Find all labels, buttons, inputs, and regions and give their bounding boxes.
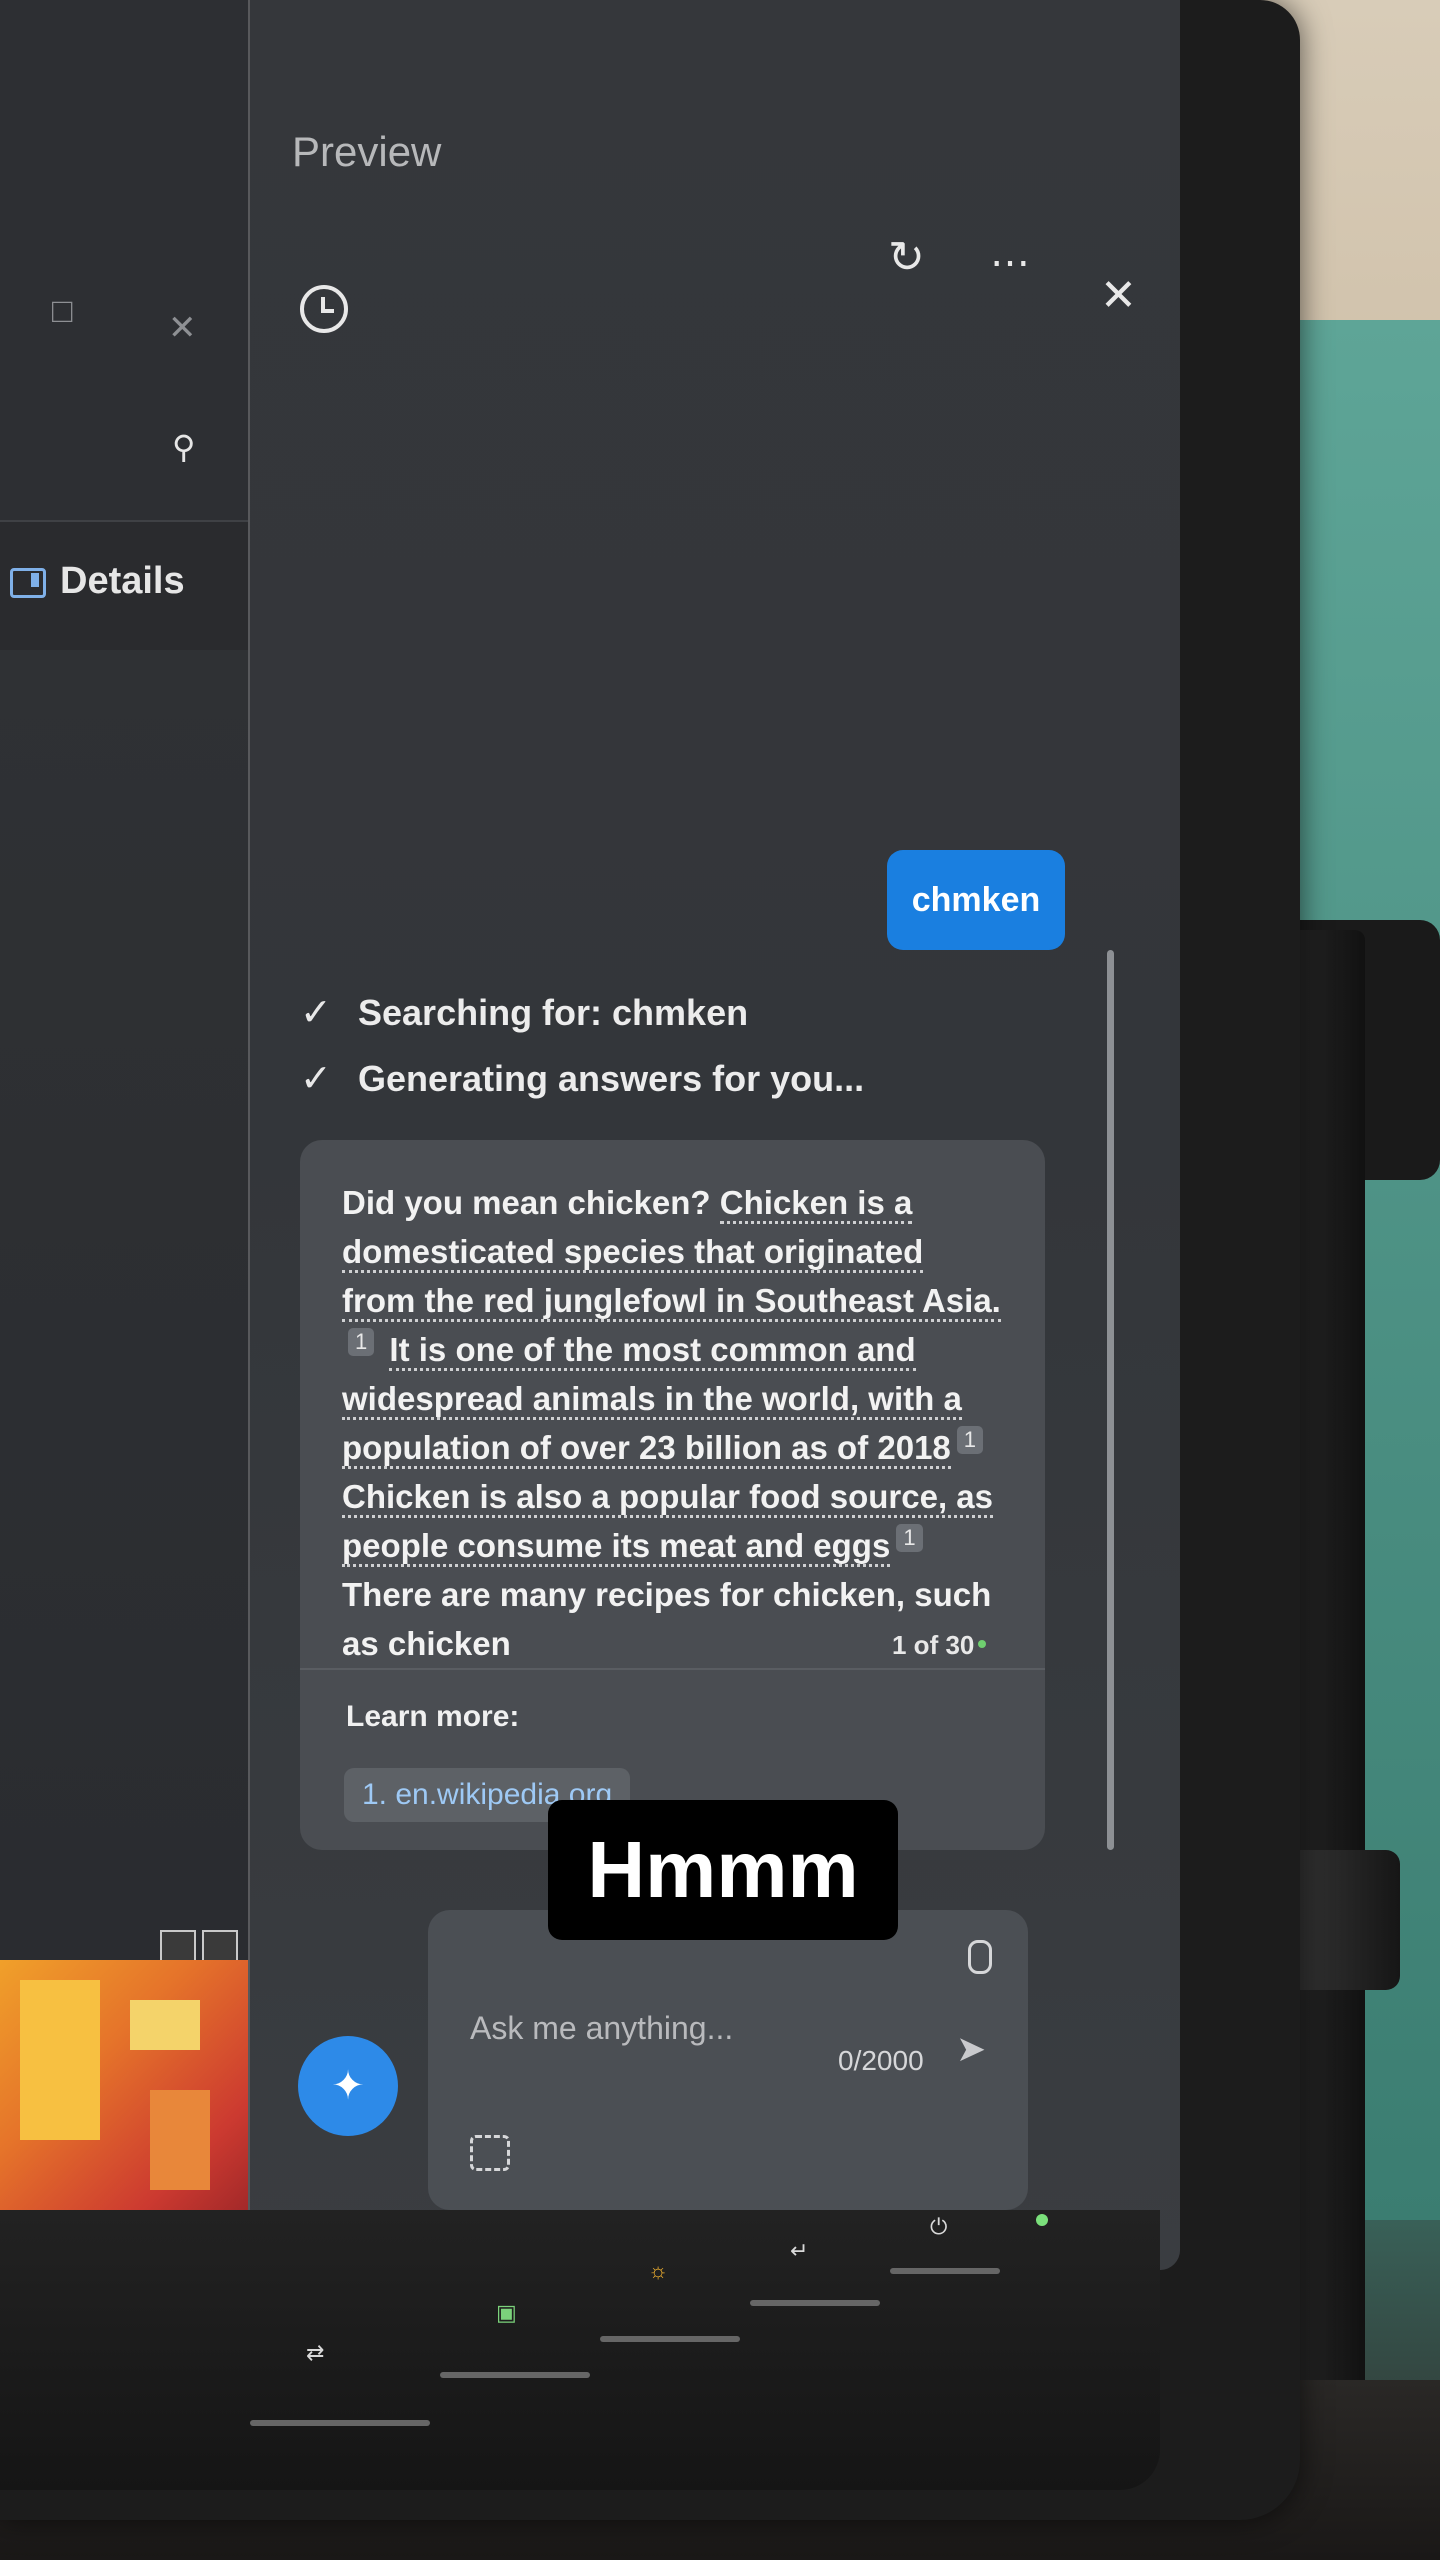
input-select-icon[interactable]: ⇄ [306, 2340, 324, 2366]
answer-lead: Did you mean chicken? [342, 1184, 711, 1221]
screenshot-icon[interactable] [470, 2135, 510, 2171]
checkmark-icon: ✓ [300, 992, 332, 1034]
checkmark-icon: ✓ [300, 1058, 332, 1100]
back-icon[interactable]: ↵ [790, 2238, 808, 2264]
smartimage-icon[interactable]: ▣ [496, 2300, 517, 2326]
answer-sentence[interactable]: Chicken is also a popular food source, a… [342, 1478, 994, 1567]
more-icon[interactable]: ⋯ [990, 240, 1030, 286]
maximize-icon[interactable]: □ [52, 292, 73, 331]
thumbnail-shape [20, 1980, 100, 2140]
monitor-button[interactable] [440, 2372, 590, 2378]
close-icon[interactable]: ✕ [1100, 270, 1137, 321]
new-topic-icon: ✦ [331, 2064, 365, 2108]
citation-badge[interactable]: 1 [348, 1328, 375, 1356]
close-icon[interactable]: ✕ [168, 308, 197, 348]
brightness-icon[interactable]: ☼ [648, 2258, 668, 2284]
search-icon[interactable]: ⚲ [172, 428, 195, 466]
send-icon[interactable]: ➤ [956, 2028, 986, 2070]
citation-badge[interactable]: 1 [896, 1524, 923, 1552]
monitor-button[interactable] [750, 2300, 880, 2306]
char-counter: 0/2000 [838, 2045, 924, 2076]
status-step: ✓ Searching for: chmken [300, 990, 748, 1035]
citation-badge[interactable]: 1 [956, 1426, 984, 1454]
details-label: Details [60, 560, 185, 602]
scrollbar[interactable] [1107, 950, 1114, 1850]
status-dot [978, 1640, 986, 1648]
history-icon[interactable] [300, 285, 348, 333]
chat-input-box[interactable] [428, 1910, 1028, 2210]
status-text: Generating answers for you... [358, 1058, 865, 1099]
monitor-bezel [0, 2210, 1160, 2490]
new-topic-button[interactable]: ✦ [298, 2036, 398, 2136]
explorer-divider [0, 520, 248, 522]
status-text: Searching for: chmken [358, 992, 749, 1033]
answer-sentence[interactable]: It is one of the most common and widespr… [342, 1331, 962, 1469]
learn-more-label: Learn more: [346, 1700, 520, 1733]
thumbnail-shape [150, 2090, 210, 2190]
power-led [1036, 2214, 1048, 2226]
thumbnail-shape [130, 2000, 200, 2050]
monitor-button[interactable] [600, 2336, 740, 2342]
mic-icon[interactable] [968, 1940, 992, 1974]
monitor-button[interactable] [890, 2268, 1000, 2274]
monitor: □ ✕ ⚲ Details Preview ↻ ⋯ ✕ chmken ✓ Sea… [0, 0, 1300, 2520]
details-view-icon[interactable] [160, 1930, 196, 1962]
story-text-overlay: Hmmm [548, 1800, 898, 1940]
details-pane-icon [10, 567, 46, 598]
file-explorer-window: □ ✕ ⚲ Details [0, 0, 251, 2270]
explorer-content [0, 650, 248, 1960]
status-step: ✓ Generating answers for you... [300, 1056, 864, 1101]
power-icon[interactable]: ⏻ [930, 2214, 947, 2240]
monitor-button[interactable] [250, 2420, 430, 2426]
page-indicator: 1 of 30 [892, 1630, 975, 1660]
explorer-titlebar [0, 0, 248, 520]
refresh-icon[interactable]: ↻ [888, 232, 925, 283]
answer-text: Did you mean chicken? Chicken is a domes… [342, 1178, 1002, 1668]
user-message-bubble: chmken [887, 850, 1065, 950]
card-divider [300, 1668, 1045, 1670]
panel-title: Preview [292, 128, 442, 175]
details-button[interactable]: Details [10, 560, 185, 603]
thumbnail-view-icon[interactable] [202, 1930, 238, 1962]
chat-input-placeholder[interactable]: Ask me anything... [470, 2010, 733, 2047]
